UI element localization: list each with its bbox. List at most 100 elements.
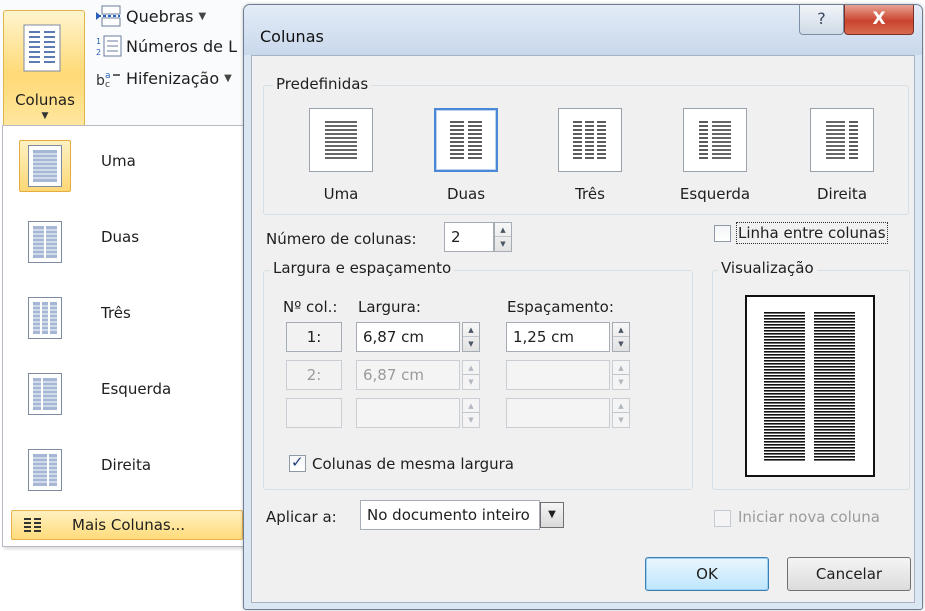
columns-page-icon: [23, 24, 61, 72]
espacamento-spinner-2: ▲ ▼: [612, 360, 630, 390]
preset-tres[interactable]: [558, 108, 622, 172]
mesma-largura-checkbox[interactable]: [289, 453, 306, 472]
three-columns-icon: [28, 297, 62, 339]
preset-direita-label: Direita: [816, 185, 868, 203]
largura-input-1[interactable]: 6,87 cm: [356, 322, 460, 352]
linha-entre-colunas-label[interactable]: Linha entre colunas: [736, 222, 888, 244]
left-column-icon: [699, 121, 731, 159]
largura-spinner-1[interactable]: ▲ ▼: [462, 322, 480, 352]
preset-direita[interactable]: [810, 108, 874, 172]
spin-down-icon[interactable]: ▼: [613, 337, 629, 351]
preset-uma-label: Uma: [323, 185, 359, 203]
line-numbers-icon: 1 2: [96, 35, 122, 57]
left-column-icon: [28, 373, 62, 415]
menu-item-label: Esquerda: [101, 380, 172, 398]
menu-item-label: Três: [101, 304, 131, 322]
colunas-button-label: Colunas: [15, 91, 75, 109]
help-button[interactable]: ?: [799, 5, 844, 35]
col-number-1: 1:: [286, 322, 342, 352]
spin-down-icon[interactable]: ▼: [495, 237, 511, 251]
chevron-down-icon: ▼: [198, 10, 207, 22]
preset-esquerda[interactable]: [683, 108, 747, 172]
spin-down-icon: ▼: [468, 378, 474, 386]
largura-input-2: 6,87 cm: [356, 360, 460, 390]
aplicar-select[interactable]: No documento inteiro: [360, 500, 540, 530]
numero-colunas-input[interactable]: 2: [444, 222, 494, 252]
espacamento-spinner-3: ▲ ▼: [612, 398, 630, 428]
largura-input-3: [356, 398, 460, 428]
page-break-icon: [96, 5, 121, 27]
linha-entre-colunas-checkbox[interactable]: [714, 225, 731, 242]
spin-up-icon: ▲: [613, 361, 629, 375]
spin-up-icon[interactable]: ▲: [613, 323, 629, 337]
chevron-down-icon: ▼: [224, 72, 232, 84]
numeros-de-linha-button[interactable]: 1 2 Números de L: [96, 32, 237, 60]
numeros-label: Números de L: [126, 36, 237, 56]
dialog-title: Colunas: [260, 27, 324, 46]
spin-up-icon[interactable]: ▲: [495, 223, 511, 237]
spin-down-icon: ▼: [468, 416, 474, 424]
cancelar-button[interactable]: Cancelar: [787, 557, 911, 591]
col-number-2: 2:: [286, 360, 342, 390]
largura-spinner-3: ▲ ▼: [462, 398, 480, 428]
quebras-label: Quebras: [126, 6, 194, 26]
menu-item-direita[interactable]: Direita: [11, 436, 231, 500]
quebras-button[interactable]: Quebras ▼: [96, 2, 206, 30]
col-header: Nº col.:: [283, 298, 338, 316]
menu-item-label: Duas: [101, 228, 140, 246]
menu-item-label: Direita: [101, 456, 152, 474]
ok-button[interactable]: OK: [645, 557, 769, 591]
preview-page: [745, 295, 875, 477]
preset-duas-label: Duas: [446, 185, 486, 203]
spin-down-icon: ▼: [618, 378, 624, 386]
iniciar-nova-coluna-label: Iniciar nova coluna: [738, 508, 880, 526]
spin-up-icon: ▲: [463, 399, 479, 413]
svg-text:c: c: [105, 80, 110, 89]
spin-up-icon[interactable]: ▲: [463, 323, 479, 337]
two-columns-preview-icon: [764, 311, 855, 461]
espacamento-spinner-1[interactable]: ▲ ▼: [612, 322, 630, 352]
hifenizacao-button[interactable]: b a c Hifenização ▼: [96, 64, 232, 92]
hyphenation-icon: b a c: [96, 71, 120, 89]
spin-up-icon: ▲: [463, 361, 479, 375]
colunas-dropdown-menu: Uma Duas Três Esquerda Direita Mais Colu…: [2, 125, 244, 547]
menu-item-label: Uma: [101, 152, 136, 170]
espacamento-header: Espaçamento:: [507, 298, 614, 316]
svg-text:2: 2: [96, 48, 101, 57]
two-columns-icon: [450, 121, 482, 159]
spin-down-icon[interactable]: ▼: [463, 337, 479, 351]
svg-text:b: b: [96, 73, 105, 89]
menu-item-uma[interactable]: Uma: [11, 132, 231, 196]
right-column-icon: [826, 121, 858, 159]
spin-up-icon: ▲: [613, 399, 629, 413]
chevron-down-icon[interactable]: ▼: [540, 502, 564, 528]
preset-esquerda-label: Esquerda: [679, 185, 751, 203]
largura-header: Largura:: [358, 298, 421, 316]
visualizacao-title: Visualização: [718, 259, 817, 277]
aplicar-label: Aplicar a:: [266, 508, 337, 526]
spin-down-icon: ▼: [618, 416, 624, 424]
espacamento-input-2: [506, 360, 610, 390]
preset-tres-label: Três: [575, 185, 605, 203]
menu-item-duas[interactable]: Duas: [11, 208, 231, 272]
numero-colunas-spinner[interactable]: ▲ ▼: [494, 222, 512, 252]
close-button[interactable]: X: [844, 5, 914, 35]
largura-spinner-2: ▲ ▼: [462, 360, 480, 390]
mais-colunas-menu-item[interactable]: Mais Colunas...: [11, 510, 243, 540]
menu-item-esquerda[interactable]: Esquerda: [11, 360, 231, 424]
mais-colunas-label: Mais Colunas...: [72, 516, 186, 534]
largura-espacamento-title: Largura e espaçamento: [270, 259, 455, 277]
numero-colunas-label: Número de colunas:: [266, 230, 417, 248]
right-column-icon: [28, 449, 62, 491]
colunas-ribbon-button[interactable]: Colunas ▼: [3, 10, 85, 128]
mesma-largura-label[interactable]: Colunas de mesma largura: [312, 455, 514, 473]
one-column-icon: [325, 121, 357, 159]
col-number-3: [286, 398, 342, 428]
hifenizacao-label: Hifenização: [126, 68, 220, 88]
menu-item-tres[interactable]: Três: [11, 284, 231, 348]
chevron-down-icon: ▼: [41, 111, 49, 121]
espacamento-input-1[interactable]: 1,25 cm: [506, 322, 610, 352]
preset-uma[interactable]: [309, 108, 373, 172]
close-icon: X: [872, 9, 886, 29]
preset-duas[interactable]: [434, 108, 498, 172]
